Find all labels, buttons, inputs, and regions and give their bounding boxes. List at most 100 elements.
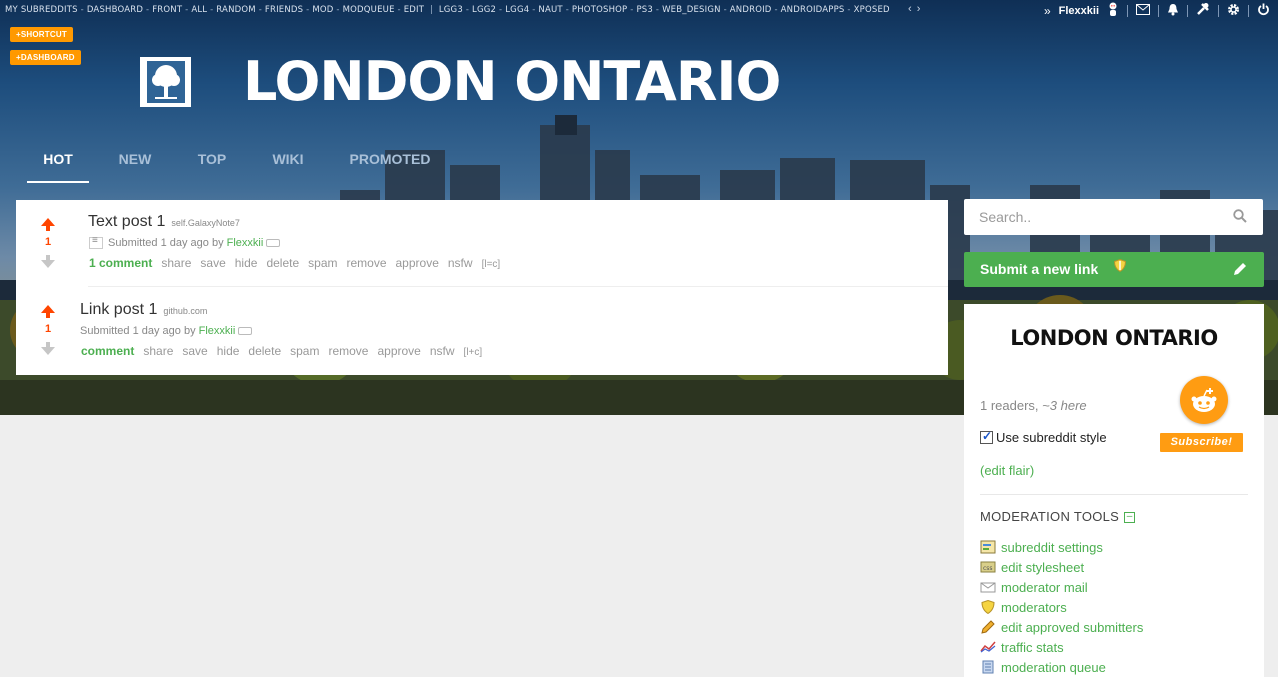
username-link[interactable]: Flexxkii xyxy=(1059,5,1099,17)
sr-lgg3[interactable]: LGG3 xyxy=(439,5,463,15)
share-button[interactable]: share xyxy=(161,256,191,270)
sr-naut[interactable]: NAUT xyxy=(538,5,562,15)
shortcut-key-button[interactable]: [l=c] xyxy=(482,259,501,270)
avatar-icon[interactable] xyxy=(1107,2,1119,19)
nsfw-button[interactable]: nsfw xyxy=(448,256,473,270)
tab-hot[interactable]: HOT xyxy=(27,145,89,183)
post-domain[interactable]: self.GalaxyNote7 xyxy=(171,218,240,228)
sr-all[interactable]: ALL xyxy=(191,5,207,15)
sr-photoshop[interactable]: PHOTOSHOP xyxy=(572,5,628,15)
sr-androidapps[interactable]: ANDROIDAPPS xyxy=(781,5,845,15)
spam-button[interactable]: spam xyxy=(308,256,337,270)
mail-icon xyxy=(980,582,996,593)
comments-link[interactable]: 1 comment xyxy=(89,256,152,270)
sr-edit[interactable]: EDIT xyxy=(404,5,424,15)
sr-xposed[interactable]: XPOSED xyxy=(854,5,890,15)
sr-ps3[interactable]: PS3 xyxy=(636,5,653,15)
power-icon[interactable] xyxy=(1257,3,1270,19)
mod-tool-moderation-queue[interactable]: moderation queue xyxy=(980,657,1143,677)
submit-link-button[interactable]: Submit a new link xyxy=(964,252,1264,287)
add-shortcut-button[interactable]: +SHORTCUT xyxy=(10,27,73,42)
flair-tag-icon[interactable] xyxy=(266,239,281,248)
reader-count: 1 readers, ~3 here xyxy=(980,398,1087,413)
sr-random[interactable]: RANDOM xyxy=(216,5,256,15)
use-style-label[interactable]: Use subreddit style xyxy=(996,430,1107,445)
mod-tool-edit-stylesheet[interactable]: css edit stylesheet xyxy=(980,557,1143,577)
self-text-icon[interactable] xyxy=(89,235,103,250)
post-title[interactable]: Text post 1 xyxy=(88,213,165,230)
hide-button[interactable]: hide xyxy=(217,344,240,358)
search-input[interactable] xyxy=(964,199,1214,235)
tab-promoted[interactable]: PROMOTED xyxy=(333,145,447,183)
subreddit-logo[interactable] xyxy=(140,57,191,107)
comments-link[interactable]: comment xyxy=(81,344,134,358)
flair-tag-icon[interactable] xyxy=(238,327,253,336)
subscribe-button[interactable]: Subscribe! xyxy=(1160,433,1243,452)
add-dashboard-button[interactable]: +DASHBOARD xyxy=(10,50,81,65)
use-style-checkbox[interactable] xyxy=(980,429,993,444)
pencil-icon xyxy=(981,620,995,634)
user-bar: » Flexxkii xyxy=(1044,2,1278,19)
bell-icon[interactable] xyxy=(1167,3,1179,19)
approve-button[interactable]: approve xyxy=(377,344,420,358)
spam-button[interactable]: spam xyxy=(290,344,319,358)
share-button[interactable]: share xyxy=(143,344,173,358)
mod-tool-moderators[interactable]: moderators xyxy=(980,597,1143,617)
remove-button[interactable]: remove xyxy=(328,344,368,358)
author-link[interactable]: Flexxkii xyxy=(227,237,264,249)
author-link[interactable]: Flexxkii xyxy=(199,325,236,337)
tools-icon[interactable] xyxy=(1196,2,1210,19)
post-title[interactable]: Link post 1 xyxy=(80,301,157,318)
sr-modqueue[interactable]: MODQUEUE xyxy=(343,5,395,15)
moderation-tools-title: MODERATION TOOLS xyxy=(980,509,1120,524)
upvote-arrow-icon[interactable] xyxy=(41,218,55,231)
remove-button[interactable]: remove xyxy=(346,256,386,270)
tab-wiki[interactable]: WIKI xyxy=(243,145,333,183)
expand-subreddits-button[interactable]: ‹ › xyxy=(908,3,921,15)
approve-button[interactable]: approve xyxy=(396,256,439,270)
hide-button[interactable]: hide xyxy=(235,256,258,270)
post-domain[interactable]: github.com xyxy=(163,306,207,316)
tab-menu: HOT NEW TOP WIKI PROMOTED xyxy=(27,145,447,183)
sr-lgg4[interactable]: LGG4 xyxy=(505,5,529,15)
sr-lgg2[interactable]: LGG2 xyxy=(472,5,496,15)
upvote-arrow-icon[interactable] xyxy=(41,305,55,318)
banner-title: LONDON ONTARIO xyxy=(243,50,781,113)
mod-tool-traffic-stats[interactable]: traffic stats xyxy=(980,637,1143,657)
sidebar-subreddit-title[interactable]: LONDON ONTARIO xyxy=(964,326,1264,350)
delete-button[interactable]: delete xyxy=(248,344,281,358)
tab-top[interactable]: TOP xyxy=(181,145,243,183)
post-buttons: comment share save hide delete spam remove appr… xyxy=(81,344,491,358)
downvote-arrow-icon[interactable] xyxy=(41,342,55,355)
save-button[interactable]: save xyxy=(200,256,225,270)
tab-new[interactable]: NEW xyxy=(89,145,181,183)
sr-web-design[interactable]: WEB_DESIGN xyxy=(662,5,721,15)
shortcut-key-button[interactable]: [l+c] xyxy=(464,347,483,358)
collapse-icon[interactable]: – xyxy=(1124,512,1136,524)
sr-dashboard[interactable]: DASHBOARD xyxy=(87,5,143,15)
sr-android[interactable]: ANDROID xyxy=(730,5,772,15)
mail-icon[interactable] xyxy=(1136,3,1150,18)
edit-flair-link[interactable]: (edit flair) xyxy=(980,463,1034,478)
sr-friends[interactable]: FRIENDS xyxy=(265,5,303,15)
delete-button[interactable]: delete xyxy=(266,256,299,270)
nsfw-button[interactable]: nsfw xyxy=(430,344,455,358)
post-item: 1 Text post 1 self.GalaxyNote7 Submitted … xyxy=(16,200,948,286)
sr-mod[interactable]: MOD xyxy=(312,5,333,15)
save-button[interactable]: save xyxy=(182,344,207,358)
queue-icon xyxy=(982,660,994,674)
use-subreddit-style-option: Use subreddit style xyxy=(980,429,1107,445)
downvote-arrow-icon[interactable] xyxy=(41,255,55,268)
double-chevron-icon[interactable]: » xyxy=(1044,4,1051,18)
mod-tool-edit-approved-submitters[interactable]: edit approved submitters xyxy=(980,617,1143,637)
tagline-text: Submitted 1 day ago by xyxy=(80,325,199,337)
search-icon[interactable] xyxy=(1233,209,1247,223)
mod-tool-moderator-mail[interactable]: moderator mail xyxy=(980,577,1143,597)
post-buttons: 1 comment share save hide delete spam remove ap… xyxy=(89,256,509,270)
gear-icon[interactable] xyxy=(1227,3,1240,19)
snoo-subscribe-icon[interactable] xyxy=(1180,376,1228,424)
mod-tool-subreddit-settings[interactable]: subreddit settings xyxy=(980,537,1143,557)
sr-front[interactable]: FRONT xyxy=(152,5,182,15)
sr-my-subreddits[interactable]: MY SUBREDDITS xyxy=(5,5,78,15)
settings-icon xyxy=(980,540,996,554)
